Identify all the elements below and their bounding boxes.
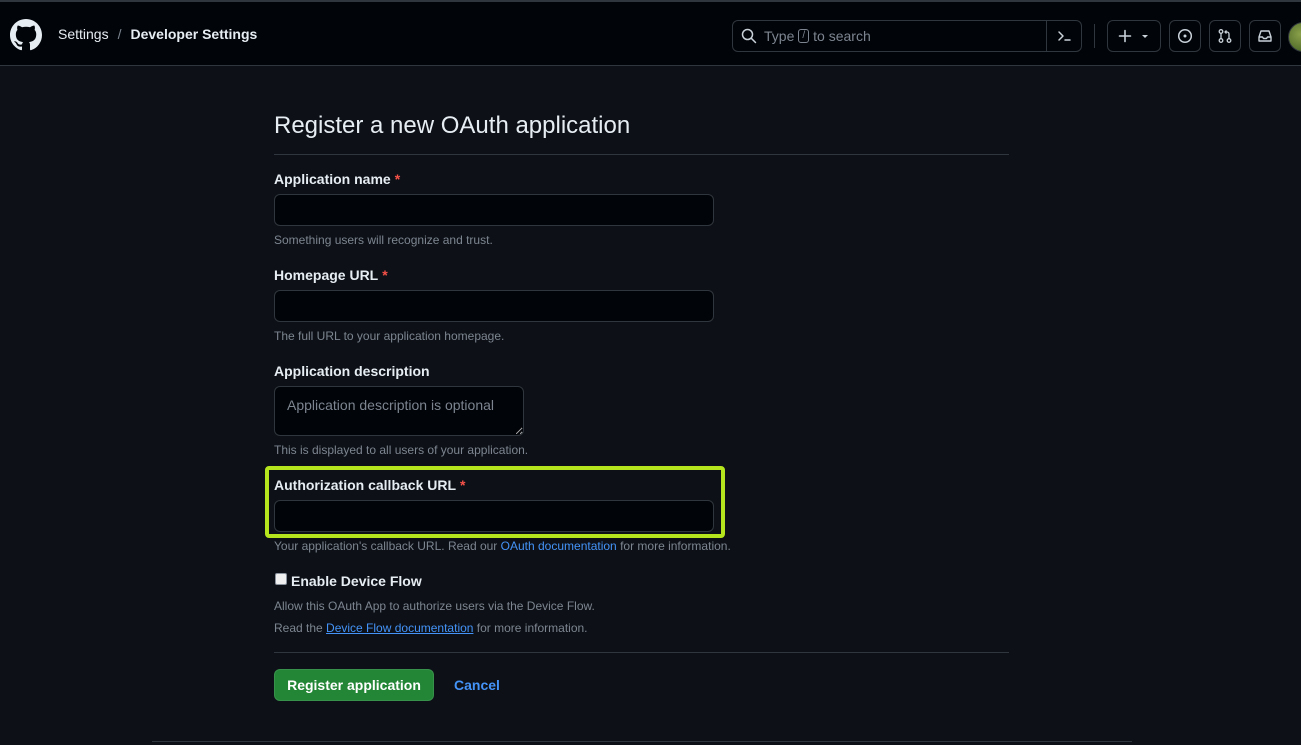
form-divider [274, 652, 1009, 653]
chevron-down-icon [1142, 35, 1148, 38]
callback-url-hint-suffix: for more information. [620, 539, 731, 553]
plus-icon [1118, 29, 1132, 43]
required-marker: * [460, 477, 466, 493]
breadcrumb-separator: / [117, 26, 122, 42]
github-logo-icon[interactable] [10, 19, 42, 51]
search-input[interactable]: Type / to search [732, 20, 1082, 52]
device-flow-documentation-link[interactable]: Device Flow documentation [326, 621, 473, 635]
device-flow-doc-hint: Read the Device Flow documentation for m… [274, 621, 588, 635]
callback-url-field[interactable] [274, 500, 714, 532]
device-flow-doc-prefix: Read the [274, 621, 323, 635]
create-new-button[interactable] [1107, 20, 1161, 52]
required-marker: * [394, 171, 401, 187]
search-prefix-text: Type [764, 28, 795, 44]
callback-url-hint-prefix: Your application's callback URL. Read ou… [274, 539, 498, 553]
application-name-label-text: Application name [274, 171, 391, 187]
device-flow-doc-suffix: for more information. [476, 621, 588, 635]
device-flow-hint: Allow this OAuth App to authorize users … [274, 599, 595, 613]
enable-device-flow-label[interactable]: Enable Device Flow [291, 573, 422, 589]
application-name-label: Application name * [274, 171, 400, 187]
user-avatar[interactable] [1288, 22, 1301, 52]
issues-button[interactable] [1169, 20, 1201, 52]
application-description-hint: This is displayed to all users of your a… [274, 443, 529, 457]
search-suffix-text: to search [813, 28, 871, 44]
breadcrumb: Settings / Developer Settings [58, 26, 257, 42]
cancel-link[interactable]: Cancel [454, 677, 500, 693]
command-palette-icon [1058, 31, 1071, 41]
header-divider [1094, 24, 1095, 48]
oauth-documentation-link[interactable]: OAuth documentation [501, 539, 617, 553]
callback-url-label-text: Authorization callback URL [274, 477, 457, 493]
page-title: Register a new OAuth application [274, 110, 1009, 155]
inbox-button[interactable] [1249, 20, 1281, 52]
callback-url-label: Authorization callback URL * [274, 477, 465, 493]
issues-icon [1177, 28, 1193, 44]
search-shortcut-key: / [798, 29, 810, 43]
register-application-button[interactable]: Register application [274, 669, 434, 701]
footer-divider [152, 741, 1132, 742]
inbox-icon [1258, 30, 1272, 42]
enable-device-flow-checkbox[interactable] [275, 573, 287, 585]
application-name-field[interactable] [274, 194, 714, 226]
homepage-url-hint: The full URL to your application homepag… [274, 329, 505, 343]
breadcrumb-developer-settings[interactable]: Developer Settings [130, 26, 257, 42]
top-navigation-bar: Settings / Developer Settings Type / to … [0, 0, 1301, 66]
application-description-field[interactable] [274, 386, 524, 436]
homepage-url-field[interactable] [274, 290, 714, 322]
homepage-url-label-text: Homepage URL [274, 267, 379, 283]
command-palette-button[interactable] [1046, 21, 1081, 51]
application-name-hint: Something users will recognize and trust… [274, 233, 493, 247]
breadcrumb-settings[interactable]: Settings [58, 26, 109, 42]
required-marker: * [382, 267, 388, 283]
callback-url-hint: Your application's callback URL. Read ou… [274, 539, 731, 553]
search-icon [741, 28, 757, 44]
application-description-label: Application description [274, 363, 430, 379]
pull-requests-icon [1218, 29, 1232, 43]
homepage-url-label: Homepage URL * [274, 267, 388, 283]
pull-requests-button[interactable] [1209, 20, 1241, 52]
